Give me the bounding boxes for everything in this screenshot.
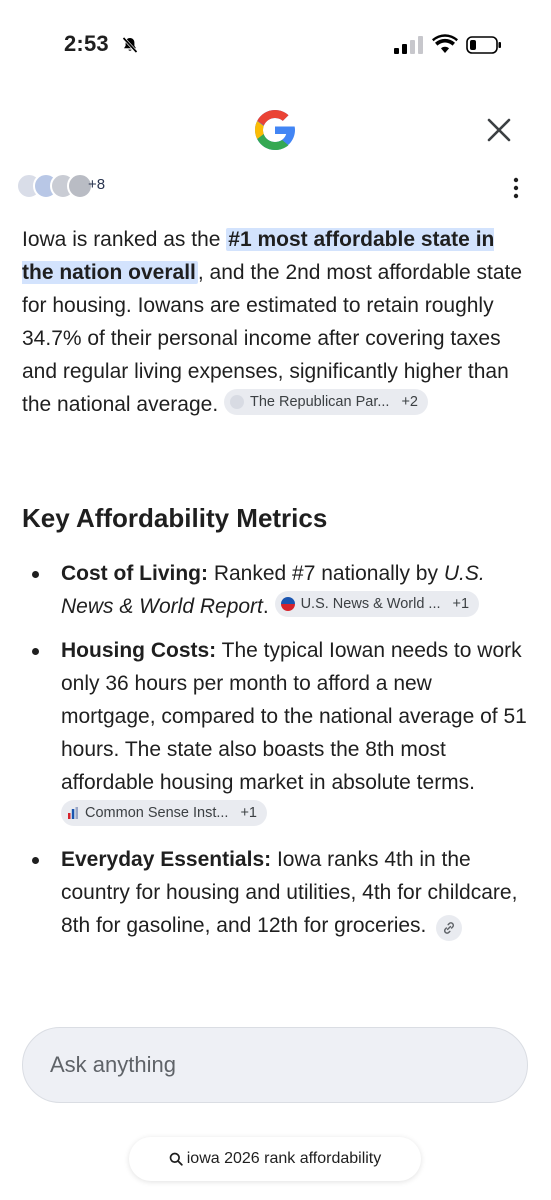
google-logo-icon [255, 110, 295, 150]
citation-chip[interactable]: Common Sense Inst... +1 [61, 800, 267, 826]
section-heading: Key Affordability Metrics [22, 503, 328, 533]
answer-paragraph: Iowa is ranked as the #1 most affordable… [22, 223, 527, 421]
close-icon[interactable] [483, 114, 515, 146]
citation-label: Common Sense Inst... [85, 805, 229, 821]
search-icon [169, 1152, 183, 1166]
ask-input[interactable]: Ask anything [22, 1027, 528, 1103]
citation-count: +1 [452, 596, 470, 612]
citation-label: U.S. News & World ... [300, 596, 441, 612]
ask-placeholder: Ask anything [50, 1052, 176, 1077]
republican-party-icon [230, 395, 244, 409]
citation-count: +2 [401, 394, 418, 410]
more-options-icon[interactable] [506, 176, 526, 200]
suggested-query-button[interactable]: iowa 2026 rank affordability [129, 1137, 421, 1181]
citation-chip[interactable]: The Republican Par... +2 [224, 389, 428, 415]
common-sense-icon [68, 807, 78, 819]
silent-bell-icon [122, 36, 138, 54]
citation-label: The Republican Par... [250, 394, 390, 410]
citation-chip[interactable]: U.S. News & World ... +1 [274, 591, 480, 617]
more-sources-count[interactable]: +8 [88, 176, 105, 193]
citation-count: +1 [240, 805, 257, 821]
wifi-icon [432, 34, 458, 53]
item-text: The typical Iowan needs to work only 36 … [61, 639, 527, 794]
answer-text: Iowa is ranked as the [22, 228, 227, 251]
usnews-icon [280, 597, 295, 611]
item-text: Ranked #7 nationally by [207, 562, 444, 585]
link-chip[interactable] [436, 915, 463, 941]
list-item: Housing Costs: The typical Iowan needs t… [22, 634, 532, 832]
item-text: . [262, 595, 269, 618]
metrics-list: Cost of Living: Ranked #7 nationally by … [22, 557, 532, 953]
link-icon [444, 922, 455, 934]
item-title: Housing Costs: [61, 639, 217, 662]
suggested-query-label: iowa 2026 rank affordability [186, 1150, 382, 1167]
cellular-signal-icon [394, 36, 423, 54]
item-title: Everyday Essentials: [61, 848, 272, 871]
source-avatars[interactable] [16, 171, 93, 201]
status-time: 2:53 [64, 31, 109, 56]
item-title: Cost of Living: [61, 562, 208, 585]
battery-icon [466, 36, 501, 54]
list-item: Everyday Essentials: Iowa ranks 4th in t… [22, 843, 532, 942]
list-item: Cost of Living: Ranked #7 nationally by … [22, 557, 532, 623]
